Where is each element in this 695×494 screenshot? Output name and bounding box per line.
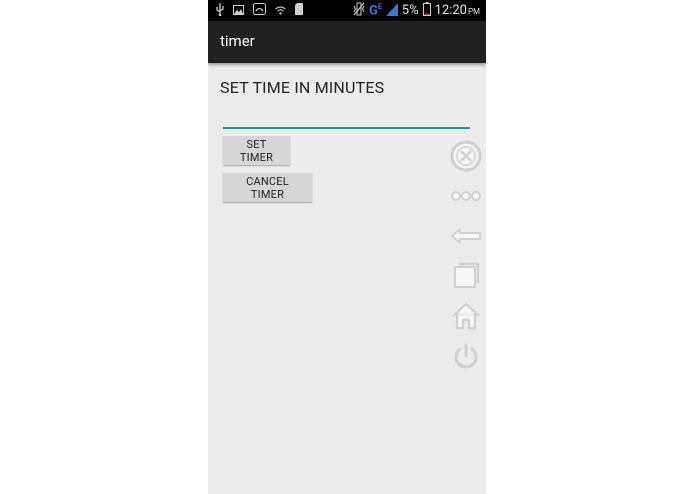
more-icon[interactable] [448, 178, 484, 214]
sim-icon [253, 3, 266, 18]
action-bar: timer [208, 21, 486, 63]
phone-screen: GE 5% 12:20PM timer SET TIME IN MINUTES … [208, 0, 486, 494]
vibrate-icon [353, 2, 365, 19]
signal-icon [385, 2, 398, 19]
home-icon[interactable] [448, 298, 484, 334]
wifi-icon [275, 4, 286, 18]
notification-icons [216, 2, 303, 19]
usb-icon [216, 2, 224, 19]
cancel-timer-button[interactable]: CANCEL TIMER [223, 173, 312, 202]
back-icon[interactable] [448, 218, 484, 254]
close-icon[interactable] [448, 138, 484, 174]
set-timer-button[interactable]: SET TIMER [223, 136, 290, 165]
recent-apps-icon[interactable] [448, 258, 484, 294]
sd-card-icon [295, 3, 303, 18]
battery-icon [422, 2, 431, 19]
status-indicators: GE 5% 12:20PM [353, 2, 480, 19]
network-type: GE [368, 2, 382, 19]
time-label: SET TIME IN MINUTES [220, 78, 385, 97]
power-icon[interactable] [448, 338, 484, 374]
status-bar: GE 5% 12:20PM [208, 0, 486, 21]
image-icon [233, 4, 244, 18]
app-title: timer [220, 32, 255, 50]
minutes-input[interactable] [223, 111, 470, 129]
battery-percent: 5% [401, 3, 419, 18]
clock: 12:20PM [434, 3, 480, 18]
